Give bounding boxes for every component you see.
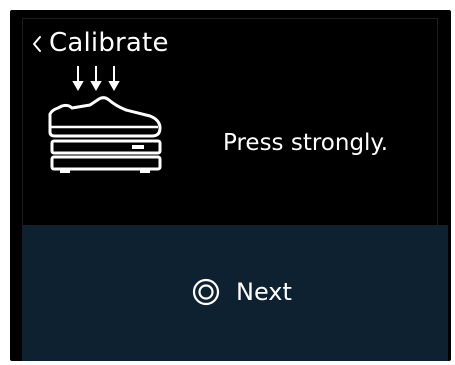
chevron-left-icon[interactable]	[31, 35, 43, 53]
shoe-on-scale-icon	[48, 66, 162, 173]
footer-bar: Next	[22, 225, 448, 361]
double-circle-icon	[192, 278, 220, 306]
scale-bottom-plate	[50, 155, 162, 171]
press-arrows	[72, 66, 120, 92]
shoe-shape	[48, 96, 162, 138]
page-title: Calibrate	[49, 28, 169, 58]
next-button[interactable]: Next	[192, 275, 292, 309]
instruction-text: Press strongly.	[223, 130, 389, 156]
device-screen: Calibrate Press strongly. Next	[10, 10, 451, 361]
next-label: Next	[236, 278, 292, 306]
